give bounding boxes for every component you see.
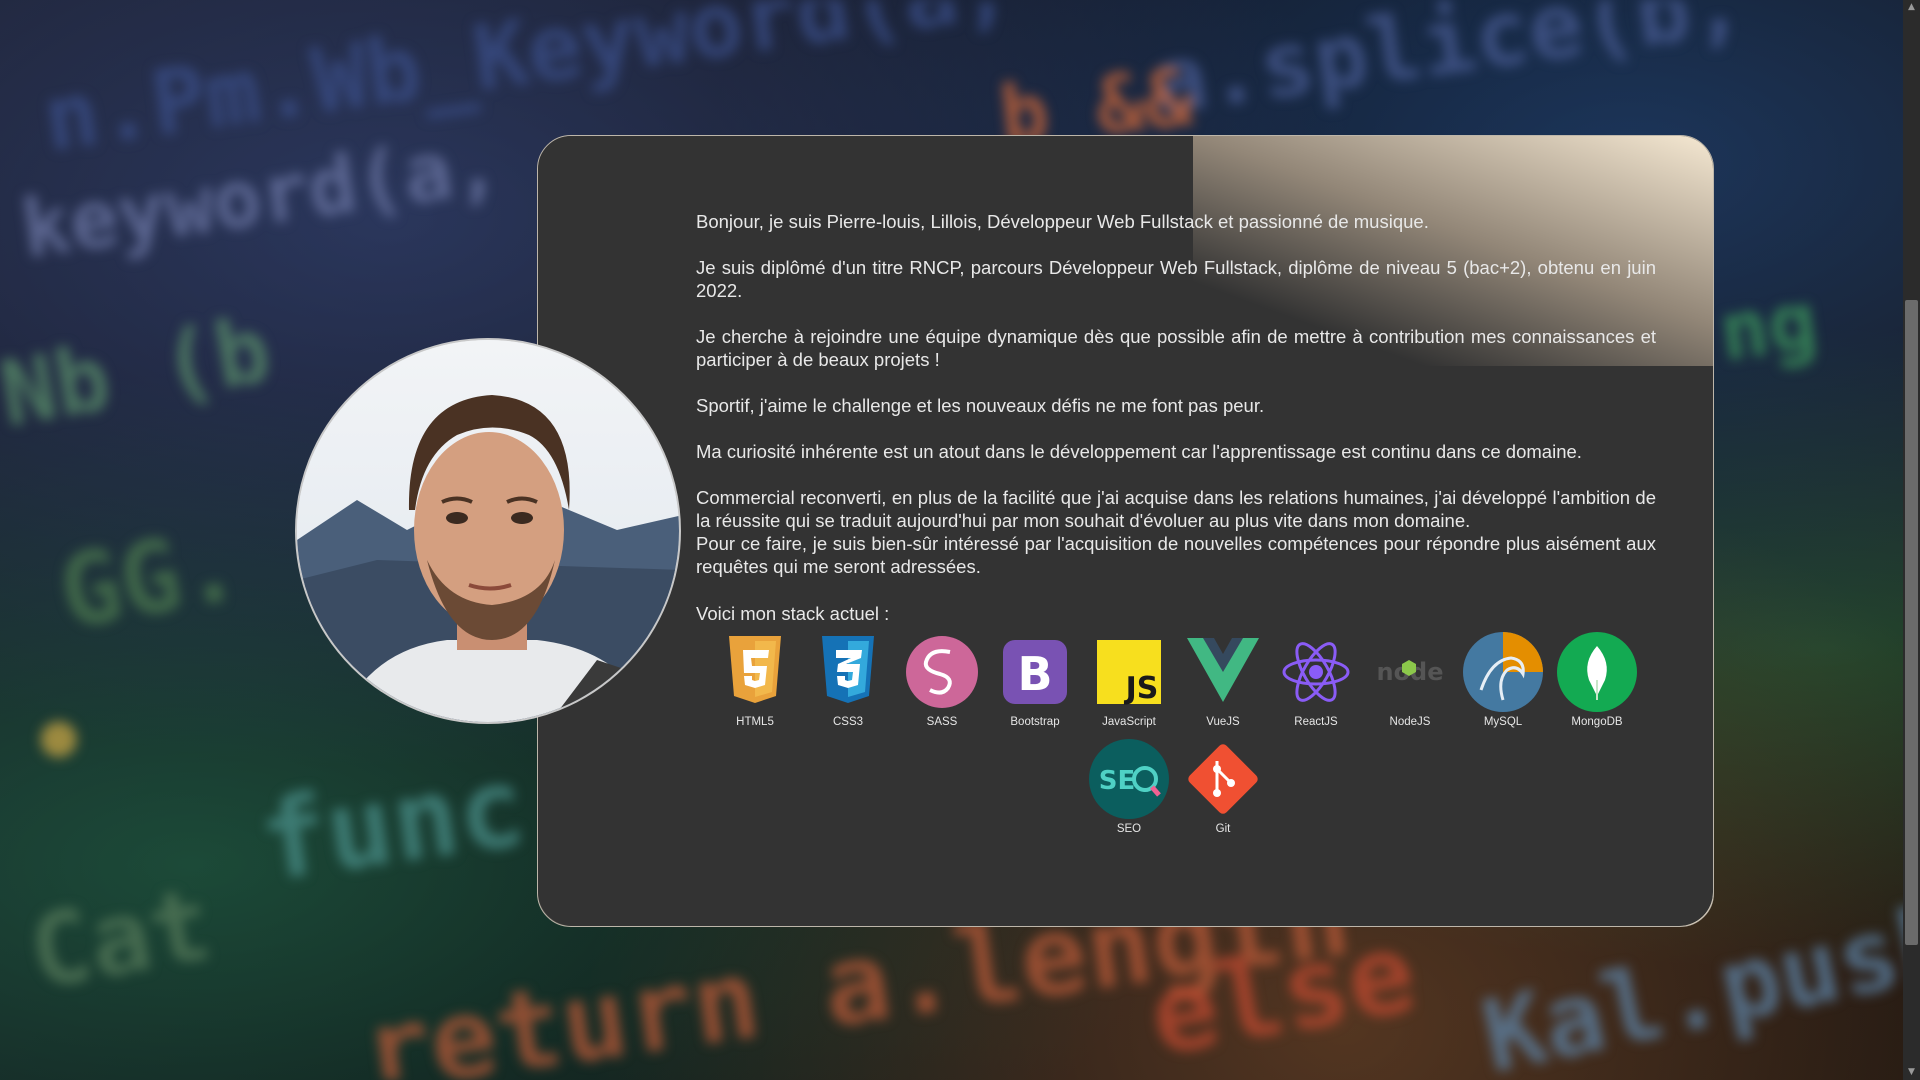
tech-label: SEO bbox=[1116, 823, 1142, 835]
avatar bbox=[295, 338, 681, 724]
tech-label: ReactJS bbox=[1294, 716, 1338, 728]
tech-label: VueJS bbox=[1206, 716, 1240, 728]
tech-vuejs: VueJS bbox=[1178, 630, 1268, 728]
tech-label: Bootstrap bbox=[1010, 716, 1060, 728]
about-paragraph: Je cherche à rejoindre une équipe dynami… bbox=[696, 326, 1656, 370]
sass-icon bbox=[906, 636, 978, 708]
tech-seo: SE SEO bbox=[1084, 737, 1174, 835]
css3-icon bbox=[822, 636, 874, 703]
tech-javascript: JS JavaScript bbox=[1084, 630, 1174, 728]
tech-label: MongoDB bbox=[1571, 716, 1623, 728]
about-paragraph: Je suis diplômé d'un titre RNCP, parcour… bbox=[696, 257, 1656, 301]
svg-text:B: B bbox=[1017, 647, 1052, 701]
svg-text:SE: SE bbox=[1099, 766, 1136, 796]
tech-reactjs: ReactJS bbox=[1271, 630, 1361, 728]
scroll-up-icon[interactable]: ▲ bbox=[1906, 2, 1917, 13]
tech-label: MySQL bbox=[1483, 716, 1523, 728]
about-paragraph: Pour ce faire, je suis bien-sûr intéress… bbox=[696, 533, 1656, 577]
stack-title: Voici mon stack actuel : bbox=[696, 603, 890, 624]
bootstrap-icon: B bbox=[1003, 640, 1067, 704]
scrollbar[interactable]: ▲ ▼ bbox=[1903, 0, 1920, 1080]
javascript-icon: JS bbox=[1097, 640, 1161, 706]
tech-mysql: MySQL bbox=[1458, 630, 1548, 728]
svg-text:JS: JS bbox=[1124, 671, 1159, 706]
tech-label: HTML5 bbox=[736, 716, 774, 728]
about-paragraph: Commercial reconverti, en plus de la fac… bbox=[696, 487, 1656, 531]
tech-html5: HTML5 bbox=[710, 630, 800, 728]
nodejs-icon: node bbox=[1376, 658, 1443, 686]
tech-nodejs: node NodeJS bbox=[1365, 630, 1455, 728]
scroll-down-icon[interactable]: ▼ bbox=[1906, 1067, 1917, 1078]
tech-label: CSS3 bbox=[832, 716, 864, 728]
tech-label: JavaScript bbox=[1102, 716, 1156, 728]
tech-css3: CSS3 bbox=[803, 630, 893, 728]
about-text: Bonjour, je suis Pierre-louis, Lillois, … bbox=[696, 210, 1656, 601]
tech-label: Git bbox=[1215, 823, 1231, 835]
seo-icon: SE bbox=[1089, 739, 1169, 819]
tech-mongodb: MongoDB bbox=[1552, 630, 1642, 728]
tech-sass: SASS bbox=[897, 630, 987, 728]
git-icon bbox=[1188, 744, 1258, 814]
vuejs-icon bbox=[1187, 638, 1259, 702]
tech-label: SASS bbox=[926, 716, 958, 728]
html5-icon bbox=[729, 636, 781, 703]
about-paragraph: Bonjour, je suis Pierre-louis, Lillois, … bbox=[696, 211, 1429, 232]
react-icon bbox=[1282, 642, 1350, 702]
tech-git: Git bbox=[1178, 737, 1268, 835]
tech-bootstrap: B Bootstrap bbox=[990, 630, 1080, 728]
about-paragraph: Ma curiosité inhérente est un atout dans… bbox=[696, 441, 1582, 462]
scrollbar-thumb[interactable] bbox=[1905, 300, 1918, 945]
mongodb-icon bbox=[1557, 632, 1637, 712]
mysql-icon bbox=[1463, 632, 1543, 712]
about-paragraph: Sportif, j'aime le challenge et les nouv… bbox=[696, 395, 1265, 416]
tech-label: NodeJS bbox=[1389, 716, 1431, 728]
